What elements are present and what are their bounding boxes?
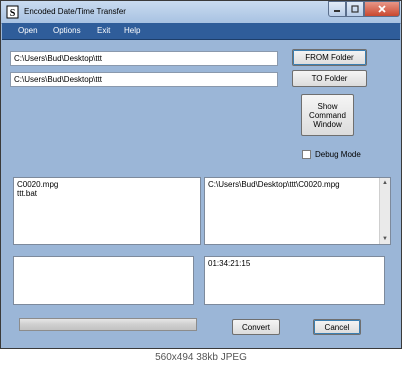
show-command-window-button[interactable]: Show Command Window [301, 94, 354, 136]
source-file-list[interactable]: C0020.mpg ttt.bat [13, 177, 201, 245]
list-item[interactable]: C0020.mpg [17, 180, 197, 189]
title-bar[interactable]: S Encoded Date/Time Transfer [1, 1, 401, 24]
to-folder-button[interactable]: TO Folder [292, 70, 367, 87]
list-item[interactable]: C:\Users\Bud\Desktop\ttt\C0020.mpg [208, 180, 387, 189]
menu-options[interactable]: Options [53, 26, 81, 35]
minimize-button[interactable] [328, 1, 346, 17]
list-item[interactable]: ttt.bat [17, 189, 197, 198]
svg-text:S: S [10, 8, 16, 19]
target-file-list[interactable]: C:\Users\Bud\Desktop\ttt\C0020.mpg ▲ ▼ [204, 177, 391, 245]
scroll-down-icon[interactable]: ▼ [381, 235, 389, 243]
timestamp-list[interactable]: 01:34:21:15 [204, 256, 385, 305]
maximize-icon [351, 5, 359, 13]
menu-help[interactable]: Help [124, 26, 140, 35]
progress-bar [19, 318, 197, 331]
scroll-up-icon[interactable]: ▲ [381, 179, 389, 187]
app-window: S Encoded Date/Time Transfer Open Option… [0, 0, 402, 349]
image-caption: 560x494 38kb JPEG [155, 352, 247, 363]
vertical-scrollbar[interactable]: ▲ ▼ [379, 178, 390, 244]
minimize-icon [334, 10, 340, 12]
menu-bar: Open Options Exit Help [2, 23, 400, 40]
convert-button[interactable]: Convert [232, 319, 280, 335]
output-list[interactable] [13, 256, 194, 305]
debug-mode-checkbox[interactable] [302, 150, 311, 159]
window-title: Encoded Date/Time Transfer [24, 7, 126, 16]
menu-exit[interactable]: Exit [97, 26, 110, 35]
close-button[interactable] [364, 1, 400, 17]
debug-mode-label: Debug Mode [315, 150, 361, 159]
menu-open[interactable]: Open [18, 26, 38, 35]
to-folder-input[interactable]: C:\Users\Bud\Desktop\ttt [10, 72, 278, 87]
from-folder-input[interactable]: C:\Users\Bud\Desktop\ttt [10, 51, 278, 66]
from-folder-button[interactable]: FROM Folder [292, 49, 367, 66]
timestamp-value: 01:34:21:15 [208, 259, 251, 268]
maximize-button[interactable] [346, 1, 364, 17]
app-icon: S [6, 5, 19, 19]
cancel-button[interactable]: Cancel [313, 319, 361, 335]
close-icon [378, 5, 386, 13]
